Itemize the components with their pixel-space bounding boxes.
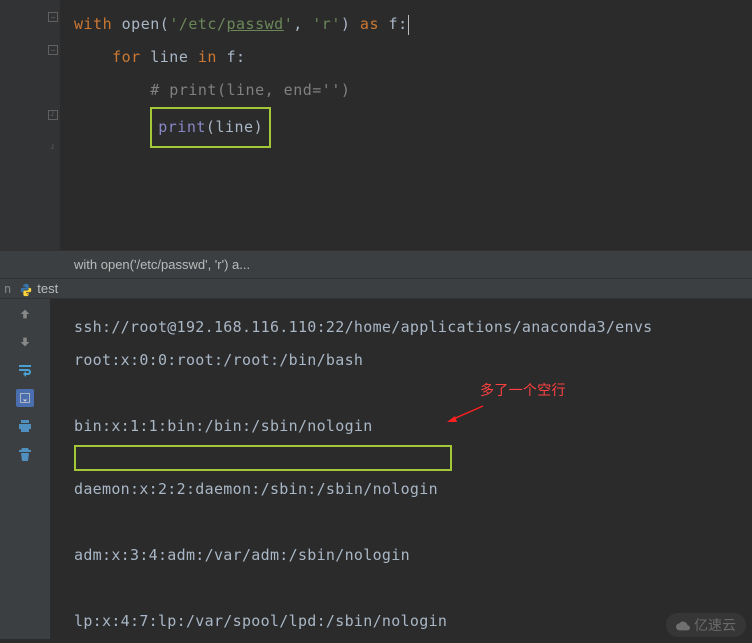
output-line: lp:x:4:7:lp:/var/spool/lpd:/sbin/nologin [74, 605, 752, 638]
highlight-empty-box [74, 445, 452, 471]
print-icon[interactable] [16, 417, 34, 435]
console-area: ssh://root@192.168.116.110:22/home/appli… [0, 299, 752, 639]
annotation-text: 多了一个空行 [480, 374, 566, 407]
breadcrumb[interactable]: with open('/etc/passwd', 'r') a... [0, 250, 752, 279]
output-line [74, 572, 752, 605]
code-line[interactable]: print(line) [74, 107, 752, 140]
output-line: ssh://root@192.168.116.110:22/home/appli… [74, 311, 752, 344]
fold-marker-icon[interactable]: − [48, 45, 58, 55]
arrow-icon [445, 404, 485, 424]
code-line[interactable]: # print(line, end='') [74, 74, 752, 107]
console-output[interactable]: ssh://root@192.168.116.110:22/home/appli… [50, 299, 752, 639]
watermark: 亿速云 [666, 613, 746, 637]
output-line [74, 377, 752, 410]
arrow-down-icon[interactable] [16, 333, 34, 351]
output-line: root:x:0:0:root:/root:/bin/bash [74, 344, 752, 377]
editor-gutter: − − ┘ ┘ [0, 0, 60, 250]
python-icon [19, 282, 33, 296]
output-line: bin:x:1:1:bin:/bin:/sbin/nologin [74, 410, 752, 443]
console-tab-bar: n test [0, 279, 752, 299]
code-content[interactable]: with open('/etc/passwd', 'r') as f: for … [60, 0, 752, 250]
arrow-up-icon[interactable] [16, 305, 34, 323]
output-line: adm:x:3:4:adm:/var/adm:/sbin/nologin [74, 539, 752, 572]
console-tab[interactable]: test [37, 281, 58, 296]
code-editor[interactable]: − − ┘ ┘ with open('/etc/passwd', 'r') as… [0, 0, 752, 250]
output-line [74, 506, 752, 539]
text-cursor [408, 15, 409, 35]
fold-marker-icon[interactable]: − [48, 12, 58, 22]
trash-icon[interactable] [16, 445, 34, 463]
fold-end-icon[interactable]: ┘ [48, 110, 58, 120]
code-line[interactable]: with open('/etc/passwd', 'r') as f: [74, 8, 752, 41]
highlight-box: print(line) [150, 107, 271, 148]
tab-prefix: n [0, 282, 15, 296]
wrap-icon[interactable] [16, 361, 34, 379]
output-line: daemon:x:2:2:daemon:/sbin:/sbin/nologin [74, 473, 752, 506]
fold-end-icon[interactable]: ┘ [48, 143, 58, 153]
console-toolbar [0, 299, 50, 639]
scroll-icon[interactable] [16, 389, 34, 407]
code-line[interactable]: for line in f: [74, 41, 752, 74]
